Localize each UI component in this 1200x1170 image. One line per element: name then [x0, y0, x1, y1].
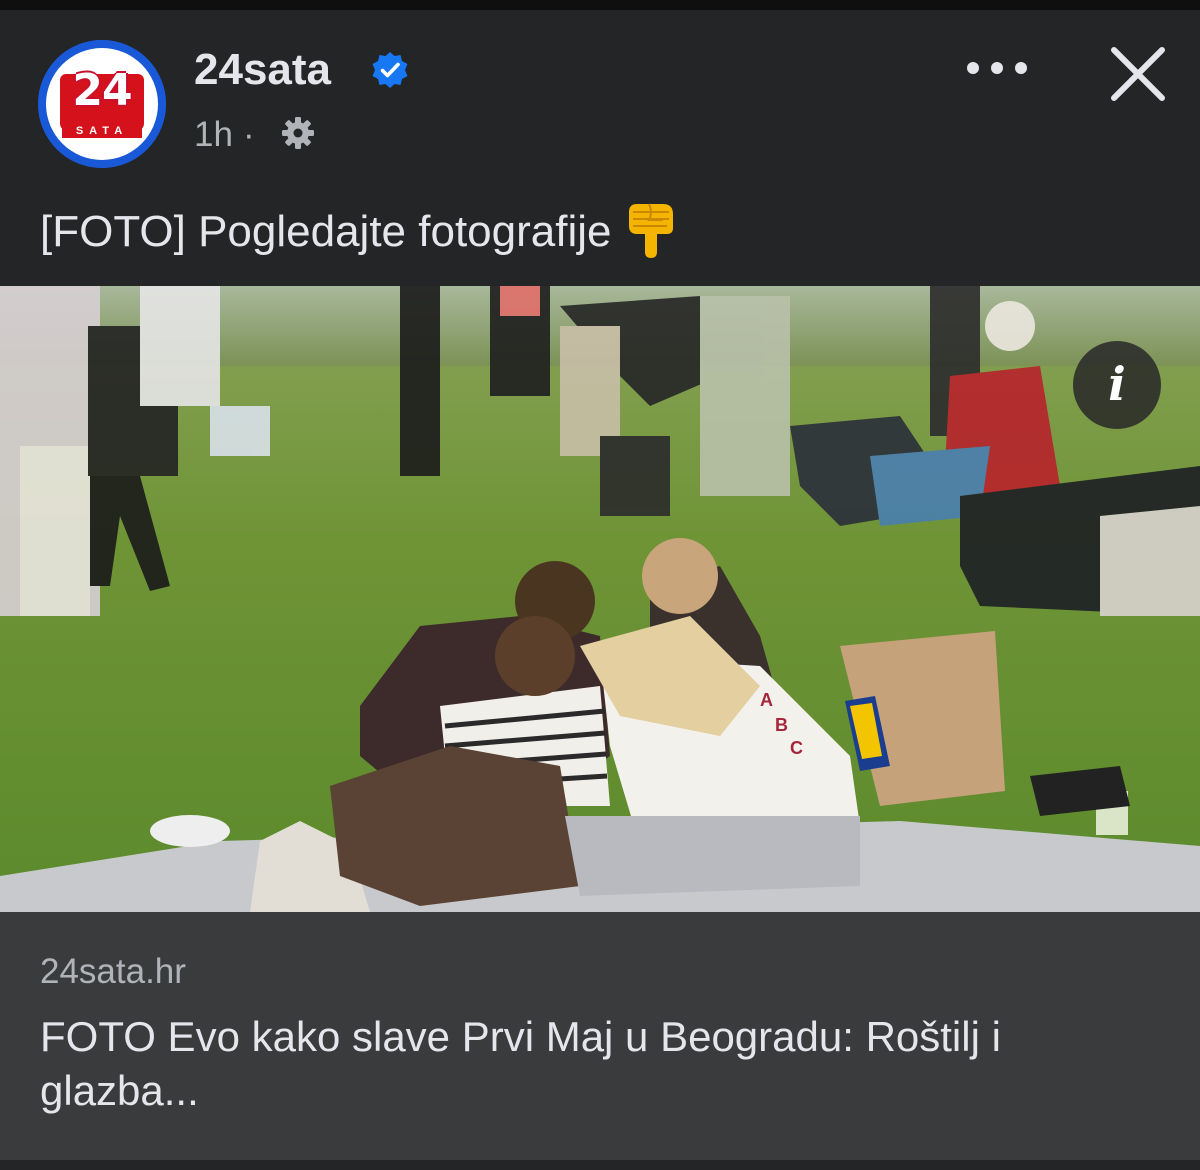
avatar-logo-text: 24: [72, 65, 132, 116]
close-icon[interactable]: [1108, 44, 1168, 104]
verified-badge-icon: [372, 52, 408, 88]
svg-text:B: B: [775, 715, 788, 735]
post-text: [FOTO] Pogledajte fotografije: [40, 200, 679, 260]
avatar-logo-subtext: SATA: [62, 124, 142, 138]
svg-text:C: C: [790, 738, 803, 758]
page-avatar[interactable]: 24 SATA: [38, 40, 166, 168]
post-time[interactable]: 1h: [194, 115, 233, 154]
meta-separator: ·: [242, 115, 255, 154]
status-bar-edge: [0, 0, 1200, 10]
post-meta: 1h ·: [194, 115, 265, 155]
link-preview-card[interactable]: 24sata.hr FOTO Evo kako slave Prvi Maj u…: [0, 912, 1200, 1160]
link-title: FOTO Evo kako slave Prvi Maj u Beogradu:…: [40, 1013, 1001, 1114]
link-domain: 24sata.hr: [40, 952, 186, 991]
screen: 24 SATA 24sata 1h · [FOTO] Pogledajte fo…: [0, 0, 1200, 1170]
post-text-content: [FOTO] Pogledajte fotografije: [40, 207, 612, 256]
photo-info-button[interactable]: i: [1073, 341, 1161, 429]
photo-image: A B C: [0, 286, 1200, 912]
page-name[interactable]: 24sata: [194, 45, 331, 95]
post-photo[interactable]: A B C: [0, 286, 1200, 912]
backhand-index-pointing-down-emoji: [629, 203, 674, 258]
svg-text:A: A: [760, 690, 773, 710]
info-icon: i: [1108, 357, 1126, 411]
gear-icon[interactable]: [280, 115, 316, 151]
more-icon[interactable]: [962, 55, 1032, 81]
